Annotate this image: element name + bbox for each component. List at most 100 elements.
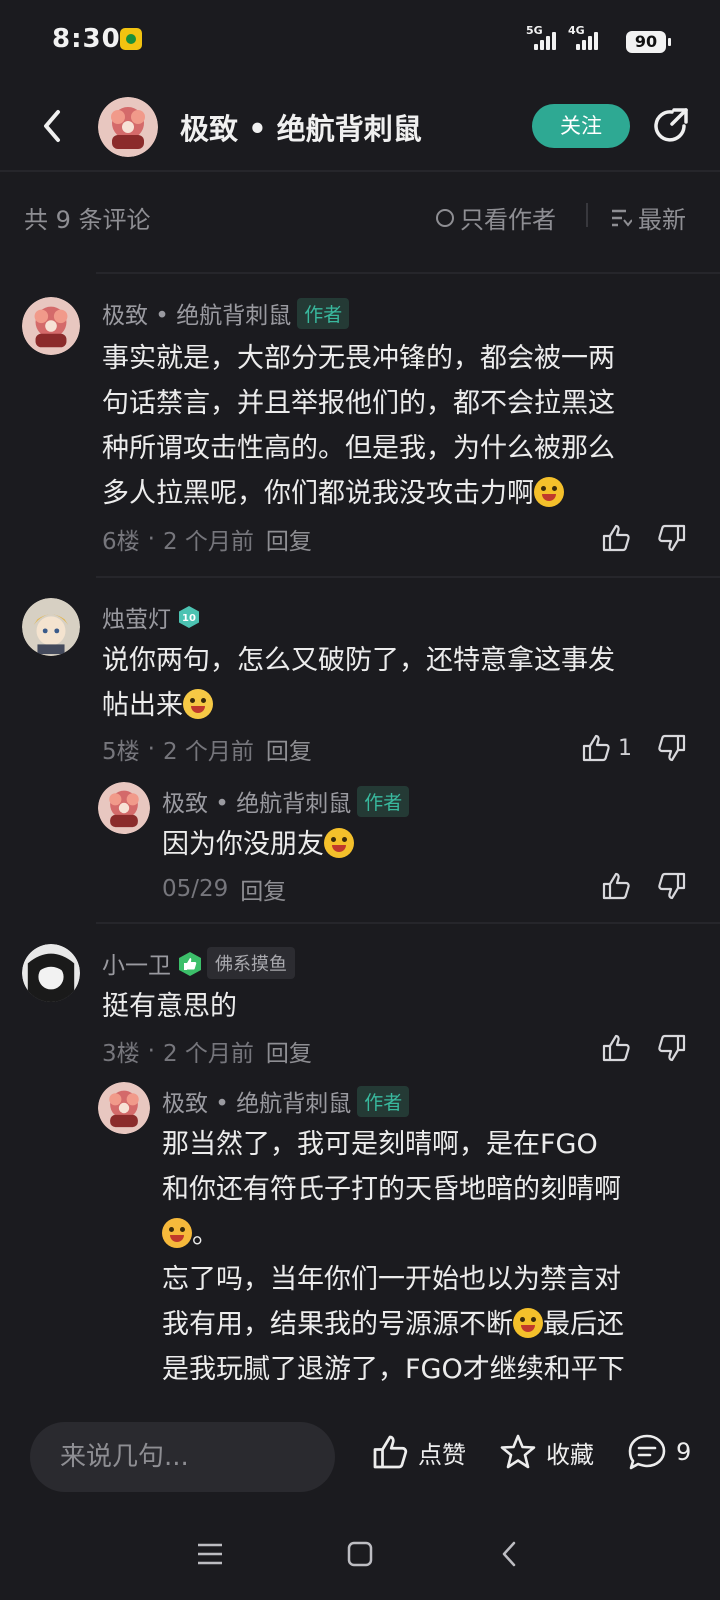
author-name: 极致 • 绝航背刺鼠: [162, 791, 352, 817]
signal-5g-icon: 5G: [526, 24, 566, 54]
comment-time: 2 个月前: [162, 739, 254, 765]
reply-avatar[interactable]: [98, 782, 150, 834]
grin-emoji-icon: [534, 477, 564, 507]
content-line: 。: [192, 1219, 219, 1250]
dislike-button[interactable]: [656, 522, 688, 558]
comment-count-badge: 9: [676, 1438, 692, 1466]
level-badge-icon: 10: [177, 605, 201, 629]
reply-button[interactable]: 回复: [266, 1034, 312, 1068]
filter-separator: [586, 203, 588, 227]
author-tag: 作者: [297, 297, 350, 329]
blush-emoji-icon: [162, 1218, 192, 1248]
comment-avatar[interactable]: [22, 297, 80, 355]
nav-menu-icon[interactable]: [196, 1540, 224, 1572]
content-line: 因为你没朋友: [162, 829, 324, 860]
like-button[interactable]: [600, 870, 632, 906]
reply-content: 因为你没朋友: [162, 822, 702, 867]
content-line: 挺有意思的: [102, 991, 237, 1022]
reply-button[interactable]: 回复: [266, 522, 312, 556]
level-number: 10: [182, 613, 196, 624]
content-line: 和你还有符氏子打的天昏地暗的刻晴啊: [162, 1174, 621, 1205]
dislike-button[interactable]: [656, 870, 688, 906]
reply-author[interactable]: 极致 • 绝航背刺鼠 作者: [162, 784, 410, 818]
like-button[interactable]: [600, 522, 632, 558]
thumbs-up-icon: [602, 872, 630, 900]
content-line: 那当然了，我可是刻晴啊，是在FGO: [162, 1129, 598, 1160]
smirk-emoji-icon: [324, 828, 354, 858]
grin-emoji-icon: [513, 1308, 543, 1338]
comment-meta: 3楼 · 2 个月前 回复: [102, 1034, 312, 1068]
sort-label: 最新: [638, 206, 686, 234]
content-line: 说你两句，怎么又破防了，还特意拿这事发: [102, 645, 615, 676]
share-icon[interactable]: [650, 104, 692, 146]
crying-emoji-icon: [183, 689, 213, 719]
thumbs-down-icon: [658, 872, 686, 900]
star-icon: [500, 1434, 536, 1469]
author-avatar[interactable]: [98, 97, 158, 157]
reply-time: 05/29: [162, 876, 229, 902]
comment-time: 2 个月前: [162, 1041, 254, 1067]
reply-button[interactable]: 回复: [266, 732, 312, 766]
dislike-button[interactable]: [656, 732, 688, 768]
title-badge: 佛系摸鱼: [207, 947, 295, 979]
comment-avatar[interactable]: [22, 598, 80, 656]
reply-button[interactable]: 回复: [240, 872, 286, 906]
reply-content: 那当然了，我可是刻晴啊，是在FGO 和你还有符氏子打的天昏地暗的刻晴啊 。 忘了…: [162, 1122, 702, 1392]
thumbs-up-icon: [373, 1435, 408, 1469]
favorite-label: 收藏: [546, 1440, 594, 1469]
author-tag: 作者: [357, 1085, 410, 1117]
comment-author[interactable]: 小一卫 佛系摸鱼: [102, 946, 295, 980]
comment-input[interactable]: 来说几句...: [30, 1422, 335, 1492]
comment-content: 说你两句，怎么又破防了，还特意拿这事发 帖出来: [102, 638, 702, 728]
comment-author[interactable]: 烛萤灯 10: [102, 600, 201, 634]
comment-avatar[interactable]: [22, 944, 80, 1002]
battery-indicator: 90: [626, 31, 671, 53]
content-line: 是我玩腻了退游了，FGO才继续和平下: [162, 1354, 625, 1385]
author-name: 极致 • 绝航背刺鼠: [102, 303, 292, 329]
comment-meta: 5楼 · 2 个月前 回复: [102, 732, 312, 766]
like-post-button[interactable]: 点赞: [370, 1432, 466, 1472]
reply-meta: 05/29 回复: [162, 872, 286, 906]
nav-home-icon[interactable]: [346, 1540, 374, 1572]
comment-author[interactable]: 极致 • 绝航背刺鼠 作者: [102, 296, 350, 330]
content-line: 句话禁言，并且举报他们的，都不会拉黑这: [102, 388, 615, 419]
sort-button[interactable]: 最新: [610, 200, 686, 235]
page-title: 极致 • 绝航背刺鼠: [180, 112, 422, 146]
thumbs-up-icon: [602, 524, 630, 552]
thumbs-down-icon: [658, 524, 686, 552]
thumbs-down-icon: [658, 1034, 686, 1062]
back-arrow-icon[interactable]: [36, 106, 72, 146]
nav-back-icon[interactable]: [496, 1540, 524, 1572]
like-button[interactable]: 1: [580, 732, 632, 764]
floor-number: 3楼: [102, 1041, 140, 1067]
comment-time: 2 个月前: [162, 529, 254, 555]
like-button[interactable]: [600, 1032, 632, 1068]
comment-button[interactable]: 9: [626, 1432, 691, 1472]
floor-number: 5楼: [102, 739, 140, 765]
comment-bubble-icon: [628, 1434, 666, 1470]
content-line: 我有用，结果我的号源源不断: [162, 1309, 513, 1340]
status-time: 8:30: [52, 24, 121, 54]
app-notification-icon: [120, 28, 142, 50]
floor-number: 6楼: [102, 529, 140, 555]
signal-4g-icon: 4G: [568, 24, 608, 54]
reply-avatar[interactable]: [98, 1082, 150, 1134]
comment-divider: [96, 922, 720, 924]
thumbs-up-icon: [582, 734, 610, 762]
content-line: 忘了吗，当年你们一开始也以为禁言对: [162, 1264, 621, 1295]
follow-button[interactable]: 关注: [532, 104, 630, 148]
reply-author[interactable]: 极致 • 绝航背刺鼠 作者: [162, 1084, 410, 1118]
comment-content: 挺有意思的: [102, 984, 702, 1029]
section-divider: [96, 272, 720, 274]
author-name: 极致 • 绝航背刺鼠: [162, 1091, 352, 1117]
content-line: 帖出来: [102, 690, 183, 721]
author-name: 烛萤灯: [102, 607, 171, 633]
dislike-button[interactable]: [656, 1032, 688, 1068]
author-only-toggle[interactable]: 只看作者: [436, 200, 556, 235]
favorite-button[interactable]: 收藏: [498, 1432, 594, 1472]
thumbs-down-icon: [658, 734, 686, 762]
like-count: 1: [618, 735, 632, 761]
like-label: 点赞: [418, 1440, 466, 1469]
content-line: 事实就是，大部分无畏冲锋的，都会被一两: [102, 343, 615, 374]
radio-circle-icon: [436, 208, 454, 227]
